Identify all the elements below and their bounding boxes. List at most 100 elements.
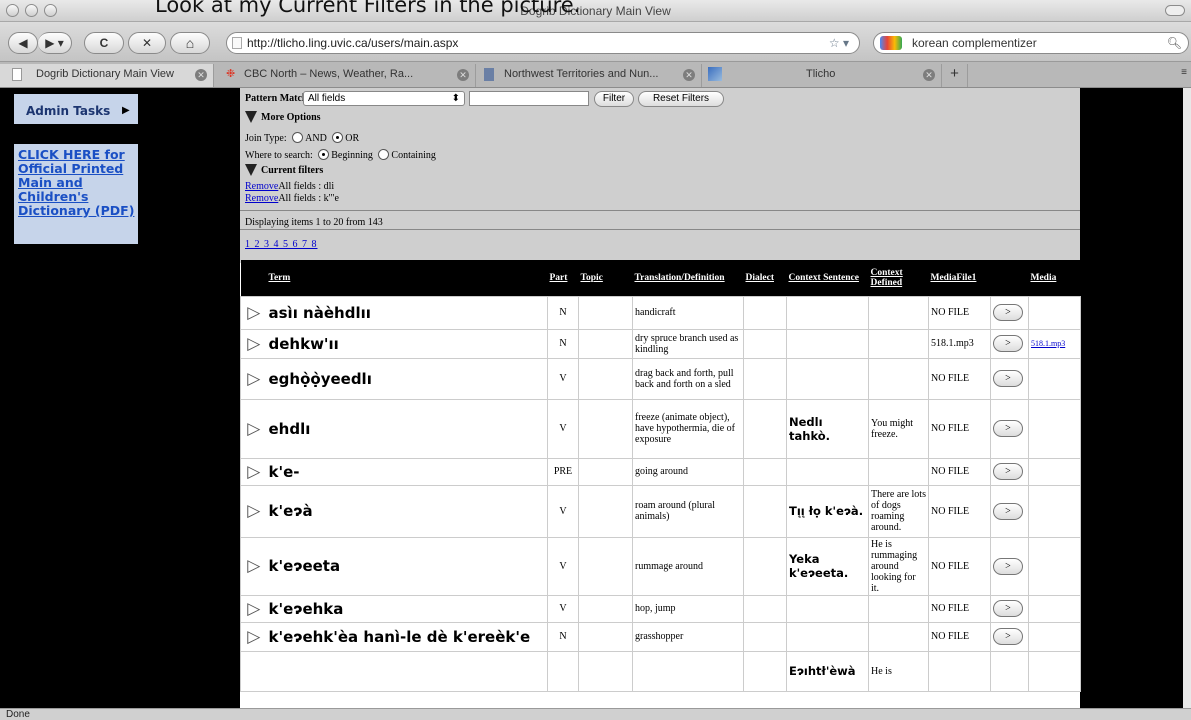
address-bar[interactable]: http://tlicho.ling.uvic.ca/users/main.as… [226, 32, 860, 54]
media-link[interactable]: 518.1.mp3 [1031, 339, 1065, 348]
expand-row-cell[interactable]: ▷ [240, 295, 267, 330]
play-audio-button[interactable]: > [993, 502, 1023, 520]
expand-row-cell[interactable]: ▷ [240, 398, 267, 459]
play-audio-button[interactable]: > [993, 304, 1023, 321]
admin-tasks-menu[interactable]: Admin Tasks ▶ [14, 94, 138, 124]
tab-cbc[interactable]: ❉ CBC North – News, Weather, Ra... ✕ [214, 64, 476, 87]
tab-dogrib[interactable]: Dogrib Dictionary Main View ✕ [0, 64, 214, 87]
play-audio-button[interactable]: > [993, 600, 1023, 617]
header-context-defined[interactable]: Context Defined [868, 260, 929, 296]
reset-filters-button[interactable]: Reset Filters [638, 91, 724, 107]
media-cell[interactable] [1028, 295, 1081, 330]
tab-nwt[interactable]: Northwest Territories and Nun... ✕ [476, 64, 702, 87]
filter-button[interactable]: Filter [594, 91, 634, 107]
expand-row-cell[interactable]: ▷ [240, 621, 267, 652]
expand-row-cell[interactable]: ▷ [240, 457, 267, 486]
expand-row-cell[interactable] [240, 650, 267, 692]
close-tab-icon[interactable]: ✕ [923, 69, 935, 81]
expand-row-cell[interactable]: ▷ [240, 536, 267, 596]
play-cell[interactable]: > [990, 328, 1029, 359]
expand-triangle-icon: ▷ [247, 598, 261, 618]
header-media[interactable]: Media [1028, 260, 1081, 296]
divider [240, 229, 1080, 230]
divider [240, 210, 1080, 211]
search-icon[interactable]: 🔍︎ [1167, 33, 1182, 53]
containing-radio[interactable] [378, 149, 390, 160]
media-cell[interactable] [1028, 536, 1081, 596]
back-button[interactable]: ◀ [8, 32, 38, 54]
stop-button[interactable]: ✕ [128, 32, 166, 54]
bookmark-star-icon[interactable]: ☆ ▾ [829, 33, 849, 53]
panel-divider [14, 124, 138, 144]
tlicho-icon [708, 67, 722, 81]
play-cell[interactable]: > [990, 398, 1029, 459]
close-tab-icon[interactable]: ✕ [457, 69, 469, 81]
forward-button[interactable]: ▶ ▾ [38, 32, 72, 54]
header-definition[interactable]: Translation/Definition [632, 260, 744, 296]
join-and-radio[interactable] [292, 132, 304, 143]
play-cell[interactable]: > [990, 621, 1029, 652]
media-cell[interactable] [1028, 484, 1081, 538]
media-cell[interactable]: 518.1.mp3 [1028, 328, 1081, 359]
pattern-match-select[interactable]: All fields ⬍ [303, 91, 465, 106]
tab-list-icon[interactable]: ≡ [1181, 67, 1187, 78]
remove-filter-link[interactable]: Remove [245, 181, 278, 192]
header-mediafile[interactable]: MediaFile1 [928, 260, 991, 296]
play-audio-button[interactable]: > [993, 628, 1023, 645]
definition-cell: going around [632, 457, 744, 486]
media-cell[interactable] [1028, 650, 1081, 692]
play-cell[interactable]: > [990, 457, 1029, 486]
play-cell[interactable]: > [990, 484, 1029, 538]
beginning-radio[interactable] [318, 149, 330, 160]
header-part[interactable]: Part [547, 260, 579, 296]
play-cell[interactable]: > [990, 295, 1029, 330]
close-tab-icon[interactable]: ✕ [683, 69, 695, 81]
reload-button[interactable]: C [84, 32, 124, 54]
play-audio-button[interactable]: > [993, 370, 1023, 387]
current-filters-toggle[interactable]: Current filters [245, 164, 323, 176]
expand-row-cell[interactable]: ▷ [240, 328, 267, 359]
tab-tlicho[interactable]: Tlicho ✕ [702, 64, 942, 87]
definition-cell: grasshopper [632, 621, 744, 652]
admin-tasks-label: Admin Tasks [26, 104, 111, 118]
remove-filter-link[interactable]: Remove [245, 193, 278, 204]
play-cell[interactable] [990, 650, 1029, 692]
official-dictionary-link[interactable]: CLICK HERE for Official Printed Main and… [18, 148, 138, 218]
play-cell[interactable]: > [990, 536, 1029, 596]
play-audio-button[interactable]: > [993, 420, 1023, 437]
home-button[interactable]: ⌂ [170, 32, 210, 54]
new-tab-button[interactable]: + [942, 64, 968, 87]
media-cell[interactable] [1028, 594, 1081, 623]
pattern-match-input[interactable] [469, 91, 589, 106]
search-input[interactable]: korean complementizer 🔍︎ [873, 32, 1189, 54]
close-tab-icon[interactable]: ✕ [195, 69, 207, 81]
table-row: ▷ k'e- PRE going around NO FILE > [240, 457, 1081, 486]
expand-triangle-icon: ▷ [247, 418, 261, 438]
header-topic[interactable]: Topic [578, 260, 633, 296]
header-term[interactable]: Term [266, 260, 548, 296]
play-cell[interactable]: > [990, 594, 1029, 623]
media-cell[interactable] [1028, 621, 1081, 652]
pagination[interactable]: 1 2 3 4 5 6 7 8 [245, 239, 318, 250]
page-scrollbar[interactable] [1183, 88, 1191, 708]
media-cell[interactable] [1028, 398, 1081, 459]
expand-row-cell[interactable]: ▷ [240, 594, 267, 623]
expand-row-cell[interactable]: ▷ [240, 484, 267, 538]
media-cell[interactable] [1028, 357, 1081, 400]
header-dialect[interactable]: Dialect [743, 260, 787, 296]
expand-row-cell[interactable]: ▷ [240, 357, 267, 400]
term-cell: k'eɂehka [266, 594, 548, 623]
play-audio-button[interactable]: > [993, 335, 1023, 352]
play-audio-button[interactable]: > [993, 463, 1023, 480]
topic-cell [578, 398, 633, 459]
more-options-toggle[interactable]: More Options [245, 111, 321, 123]
toolbar-toggle-icon[interactable] [1165, 5, 1185, 16]
header-context-sentence[interactable]: Context Sentence [786, 260, 869, 296]
tab-label: Northwest Territories and Nun... [504, 68, 659, 80]
media-cell[interactable] [1028, 457, 1081, 486]
join-or-radio[interactable] [332, 132, 344, 143]
play-cell[interactable]: > [990, 357, 1029, 400]
play-audio-button[interactable]: > [993, 557, 1023, 575]
term-cell: dehkw'ıı [266, 328, 548, 359]
context-defined-cell [868, 621, 929, 652]
